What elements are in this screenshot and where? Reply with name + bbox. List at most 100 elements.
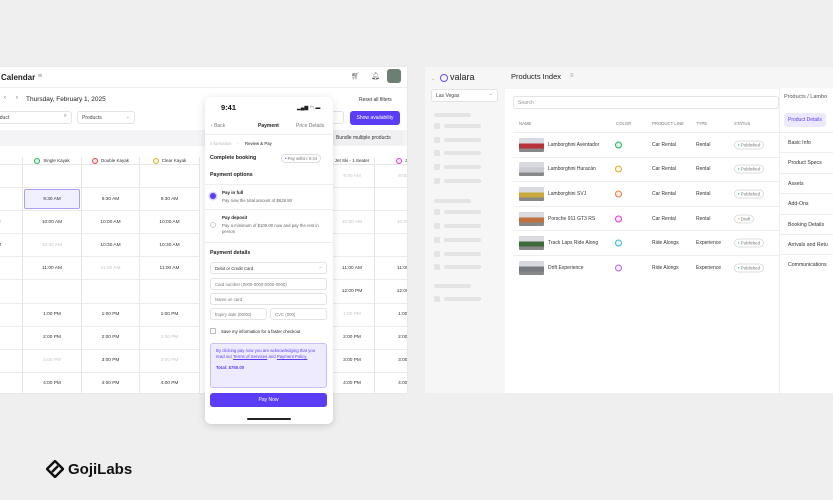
time-slot[interactable]: 11:00 AM [330, 257, 374, 281]
bell-icon[interactable]: 🔔︎ [371, 72, 380, 80]
show-availability-button[interactable]: Show availability [350, 111, 400, 125]
time-slot[interactable]: 2:00 PM [23, 327, 81, 350]
time-slot-label: 1:00 PM [101, 312, 120, 318]
time-slot[interactable]: 10:30 AM [140, 234, 199, 258]
table-row[interactable]: Lamborghini SVJ Car Rental Rental • Publ… [513, 181, 779, 206]
cart-icon[interactable]: 🛒︎ [351, 72, 360, 80]
location-select[interactable]: Las Vegas ⌄ [431, 89, 498, 102]
table-row[interactable]: Track Laps Ride Along Ride Alongs Experi… [513, 230, 779, 255]
next-icon[interactable]: › [16, 95, 18, 101]
time-slot[interactable]: 2:00 PM [0, 327, 22, 350]
detail-section-item[interactable]: Arrivals and Retu [779, 234, 833, 254]
time-slot[interactable]: 9:30 AM [0, 188, 22, 212]
detail-section-item[interactable]: Basic Info [779, 132, 833, 152]
table-row[interactable]: Porsche 911 GT3 RS Car Rental Rental • D… [513, 205, 779, 231]
detail-section-item[interactable]: Booking Details [779, 213, 833, 234]
time-slot[interactable]: 9:30 AM [140, 188, 199, 212]
column-header[interactable]: STATUS [734, 121, 750, 126]
time-slot[interactable]: 3:00 PM [330, 350, 374, 373]
products-select[interactable]: Products ⌄ [77, 111, 135, 124]
time-slot[interactable]: 4:00 PM [140, 373, 199, 393]
time-slot[interactable]: 4:00 PM [375, 373, 407, 393]
column-header[interactable]: TYPE [696, 121, 707, 126]
time-slot[interactable]: 10:30 AM [0, 234, 22, 258]
time-slot[interactable]: 9:00 AM [375, 165, 407, 189]
detail-section-item[interactable]: Add-Ons [779, 193, 833, 213]
time-slot[interactable]: 9:30 AM [82, 188, 139, 212]
time-slot[interactable]: 3:00 PM [23, 350, 81, 373]
time-slot[interactable]: 1:00 PM [375, 304, 407, 327]
expiry-input[interactable]: Expiry date (00/00) [210, 308, 267, 320]
collapse-icon[interactable]: ⌄ [431, 76, 435, 82]
policy-link[interactable]: Payment Policy. [277, 354, 308, 359]
column-header[interactable]: PRODUCT LINE [652, 121, 684, 126]
time-slot[interactable]: 10:30 AM [82, 234, 139, 258]
column-header[interactable]: NAME [519, 121, 531, 126]
time-slot[interactable]: 11:00 AM [23, 257, 81, 281]
card-number-input[interactable]: Card number (0000-0000-0000-0000) [210, 278, 327, 290]
tab-product-details[interactable]: Product Details [784, 113, 826, 127]
time-slot[interactable]: 9:00 AM [330, 165, 374, 189]
time-slot[interactable]: 10:00 AM [82, 211, 139, 235]
pay-now-button[interactable]: Pay Now [210, 393, 327, 407]
time-slot[interactable]: 4:00 PM [82, 373, 139, 393]
time-slot-label: 2:00 PM [343, 335, 361, 341]
column-header[interactable]: COLOR [616, 121, 631, 126]
reset-filters-link[interactable]: Reset all filters [359, 97, 392, 103]
detail-section-item[interactable]: Assets [779, 172, 833, 193]
cvc-input[interactable]: CVC (000) [270, 308, 327, 320]
crumb-information[interactable]: Information [210, 141, 232, 146]
pay-deposit-radio[interactable] [210, 222, 216, 228]
time-slot[interactable]: 1:00 PM [82, 304, 139, 327]
time-slot[interactable]: 4:00 PM [330, 373, 374, 393]
time-slot[interactable]: 2:00 PM [375, 327, 407, 350]
time-slot[interactable]: 11:00 AM [82, 257, 139, 281]
table-row[interactable]: Lamborghini Aventador Car Rental Rental … [513, 132, 779, 157]
avatar[interactable] [387, 69, 401, 83]
time-slot[interactable]: 10:00 AM [0, 211, 22, 235]
time-slot[interactable]: 1:00 PM [0, 304, 22, 327]
status-badge: • Published [734, 189, 765, 199]
table-row[interactable]: Drift Experience Ride Alongs Experience … [513, 255, 779, 280]
back-button[interactable]: ‹ Back [211, 123, 225, 129]
time-slot[interactable]: 2:00 PM [82, 327, 139, 350]
time-slot[interactable]: 9:30 AM [23, 188, 81, 212]
time-slot[interactable]: 4:00 PM [23, 373, 81, 393]
time-slot[interactable]: 12:00 PM [330, 280, 374, 304]
time-slot[interactable]: 10:00 AM [23, 211, 81, 235]
price-details-link[interactable]: Price Details [296, 123, 324, 129]
prev-icon[interactable]: ‹ [4, 95, 6, 101]
time-slot[interactable]: 3:00 PM [140, 350, 199, 373]
save-info-checkbox[interactable] [210, 328, 216, 334]
pay-full-radio[interactable] [210, 193, 216, 199]
name-on-card-input[interactable]: Name on card [210, 293, 327, 305]
time-slot[interactable]: 1:00 PM [330, 304, 374, 327]
time-slot[interactable]: 11:00 AM [140, 257, 199, 281]
time-slot[interactable]: 1:00 PM [140, 304, 199, 327]
menu-icon[interactable]: ≡ [38, 73, 42, 80]
table-row[interactable]: Lamborghini Huracán Car Rental Rental • … [513, 156, 779, 182]
product-type: Experience [696, 240, 722, 247]
skeleton-heading [434, 199, 471, 203]
time-slot[interactable]: 3:00 PM [0, 350, 22, 373]
time-slot[interactable]: 10:30 AM [23, 234, 81, 258]
time-slot[interactable]: 2:00 PM [140, 327, 199, 350]
time-slot[interactable]: 9:00 AM [0, 165, 22, 189]
time-slot[interactable]: 3:00 PM [82, 350, 139, 373]
bundle-button[interactable]: Bundle multiple products [333, 130, 403, 145]
time-slot[interactable]: 11:00 AM [375, 257, 407, 281]
time-slot[interactable]: 10:00 AM [375, 211, 407, 235]
time-slot[interactable]: 2:00 PM [330, 327, 374, 350]
payment-method-select[interactable]: Debit or Credit Card ⌄ [210, 262, 327, 274]
detail-section-item[interactable]: Communications [779, 254, 833, 274]
menu-icon[interactable]: ≡ [570, 73, 574, 79]
time-slot[interactable]: 10:00 AM [330, 211, 374, 235]
search-input[interactable]: Search [513, 96, 779, 109]
detail-section-item[interactable]: Product Specs [779, 152, 833, 172]
time-slot[interactable]: 1:00 PM [23, 304, 81, 327]
terms-link[interactable]: Terms of Services [233, 354, 267, 359]
time-slot[interactable]: 12:00 PM [375, 280, 407, 304]
product-search-input[interactable]: oduct ⌕ [0, 111, 72, 124]
time-slot[interactable]: 10:00 AM [140, 211, 199, 235]
time-slot[interactable]: 3:00 PM [375, 350, 407, 373]
